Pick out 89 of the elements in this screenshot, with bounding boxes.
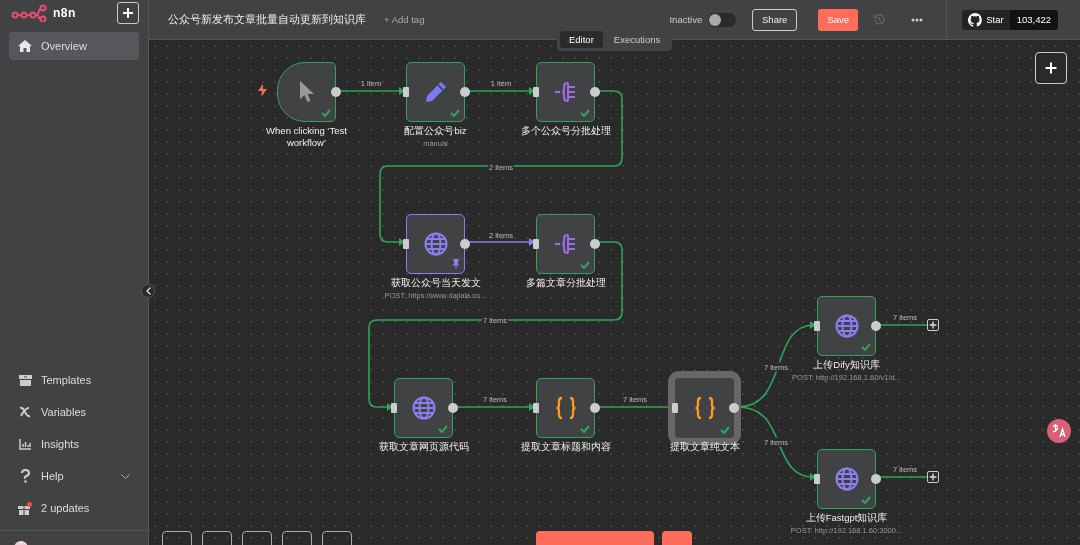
github-icon bbox=[968, 12, 983, 27]
node-title: 多篇文章分批处理 bbox=[525, 277, 606, 289]
globe-icon bbox=[834, 467, 859, 491]
node-title: 上传Dify知识库 bbox=[813, 359, 880, 371]
chevron-left-icon bbox=[145, 287, 151, 295]
sidebar-item[interactable]: 2 updates bbox=[9, 492, 139, 524]
sidebar-item[interactable]: Templates bbox=[9, 364, 139, 396]
output-handle[interactable] bbox=[590, 403, 600, 413]
output-handle[interactable] bbox=[590, 239, 600, 249]
add-node-button[interactable] bbox=[927, 319, 939, 331]
brand-name: n8n bbox=[53, 6, 76, 20]
workflow-node[interactable] bbox=[406, 214, 465, 274]
node-title: 上传Fastgpt知识库 bbox=[805, 512, 888, 524]
output-handle[interactable] bbox=[590, 87, 600, 97]
menu-label: Overview bbox=[41, 40, 87, 52]
connector bbox=[878, 324, 928, 326]
plus-icon bbox=[122, 7, 134, 19]
workflow-node[interactable] bbox=[536, 378, 595, 438]
workflow-title[interactable]: 公众号新发布文章批量自动更新到知识库 bbox=[168, 12, 366, 27]
output-handle[interactable] bbox=[460, 239, 470, 249]
plus-icon bbox=[1045, 62, 1057, 74]
help-icon bbox=[20, 469, 30, 483]
variable-icon bbox=[19, 406, 31, 418]
output-handle[interactable] bbox=[448, 403, 458, 413]
sidebar-item[interactable]: Overview bbox=[9, 32, 139, 60]
split-icon bbox=[553, 82, 578, 102]
output-handle[interactable] bbox=[331, 87, 341, 97]
menu-label: Templates bbox=[41, 374, 92, 386]
split-icon bbox=[553, 234, 578, 254]
menu-label: Help bbox=[41, 470, 64, 482]
sidebar-item[interactable]: Help bbox=[9, 460, 139, 492]
view-tab[interactable]: Editor bbox=[560, 31, 603, 48]
workflow-node[interactable] bbox=[406, 62, 465, 122]
more-icon[interactable] bbox=[911, 17, 924, 22]
sidebar-item[interactable]: Variables bbox=[9, 396, 139, 428]
node-title: 提取文章纯文本 bbox=[669, 441, 740, 453]
input-handle[interactable] bbox=[533, 239, 539, 249]
share-button[interactable]: Share bbox=[752, 8, 798, 31]
output-handle[interactable] bbox=[460, 87, 470, 97]
active-toggle[interactable] bbox=[708, 12, 737, 27]
menu-label: Variables bbox=[41, 406, 87, 418]
workflow-node[interactable] bbox=[536, 62, 595, 122]
output-handle[interactable] bbox=[871, 474, 881, 484]
input-handle[interactable] bbox=[391, 403, 397, 413]
add-node-button[interactable] bbox=[927, 471, 939, 483]
add-button[interactable] bbox=[117, 2, 139, 24]
node-title: 获取公众号当天发文 bbox=[390, 277, 481, 289]
cursor-icon bbox=[297, 80, 316, 104]
star-count: 103,422 bbox=[1009, 9, 1058, 30]
globe-icon bbox=[834, 314, 859, 338]
node-title: 获取文章网页源代码 bbox=[378, 441, 469, 453]
input-handle[interactable] bbox=[672, 403, 678, 413]
menu-label: Insights bbox=[41, 438, 79, 450]
add-node-button[interactable] bbox=[1035, 52, 1067, 84]
node-title: 多个公众号分批处理 bbox=[520, 125, 611, 137]
input-handle[interactable] bbox=[814, 321, 820, 331]
star-label: Star bbox=[986, 14, 1004, 25]
pencil-icon bbox=[423, 80, 448, 104]
workflow-node[interactable] bbox=[394, 378, 453, 438]
input-handle[interactable] bbox=[403, 239, 409, 249]
node-title: When clicking ‘Test workflow’ bbox=[265, 125, 348, 149]
node-title: 提取文章标题和内容 bbox=[520, 441, 611, 453]
output-handle[interactable] bbox=[729, 403, 739, 413]
lightning-icon bbox=[258, 84, 267, 97]
globe-icon bbox=[411, 396, 436, 420]
logo-icon bbox=[11, 4, 47, 22]
status-label: Inactive bbox=[669, 14, 703, 25]
workflow-node[interactable] bbox=[536, 214, 595, 274]
input-handle[interactable] bbox=[533, 87, 539, 97]
node-title: 配置公众号biz bbox=[404, 125, 467, 137]
input-handle[interactable] bbox=[814, 474, 820, 484]
input-handle[interactable] bbox=[403, 87, 409, 97]
workflow-node[interactable] bbox=[277, 62, 336, 122]
home-icon bbox=[18, 40, 32, 52]
menu-label: 2 updates bbox=[41, 502, 90, 514]
translate-icon[interactable] bbox=[1046, 418, 1072, 444]
view-tab[interactable]: Executions bbox=[604, 31, 670, 48]
gift-icon bbox=[18, 501, 32, 515]
globe-icon bbox=[423, 232, 448, 256]
input-handle[interactable] bbox=[533, 403, 539, 413]
workflow-node[interactable] bbox=[671, 374, 738, 442]
connector bbox=[878, 476, 928, 478]
sidebar-item[interactable]: Insights bbox=[9, 428, 139, 460]
add-tag-link[interactable]: + Add tag bbox=[384, 14, 425, 25]
output-handle[interactable] bbox=[871, 321, 881, 331]
workflow-node[interactable] bbox=[817, 296, 876, 356]
workflow-node[interactable] bbox=[817, 449, 876, 509]
chart-icon bbox=[19, 438, 31, 450]
box-icon bbox=[18, 374, 32, 386]
